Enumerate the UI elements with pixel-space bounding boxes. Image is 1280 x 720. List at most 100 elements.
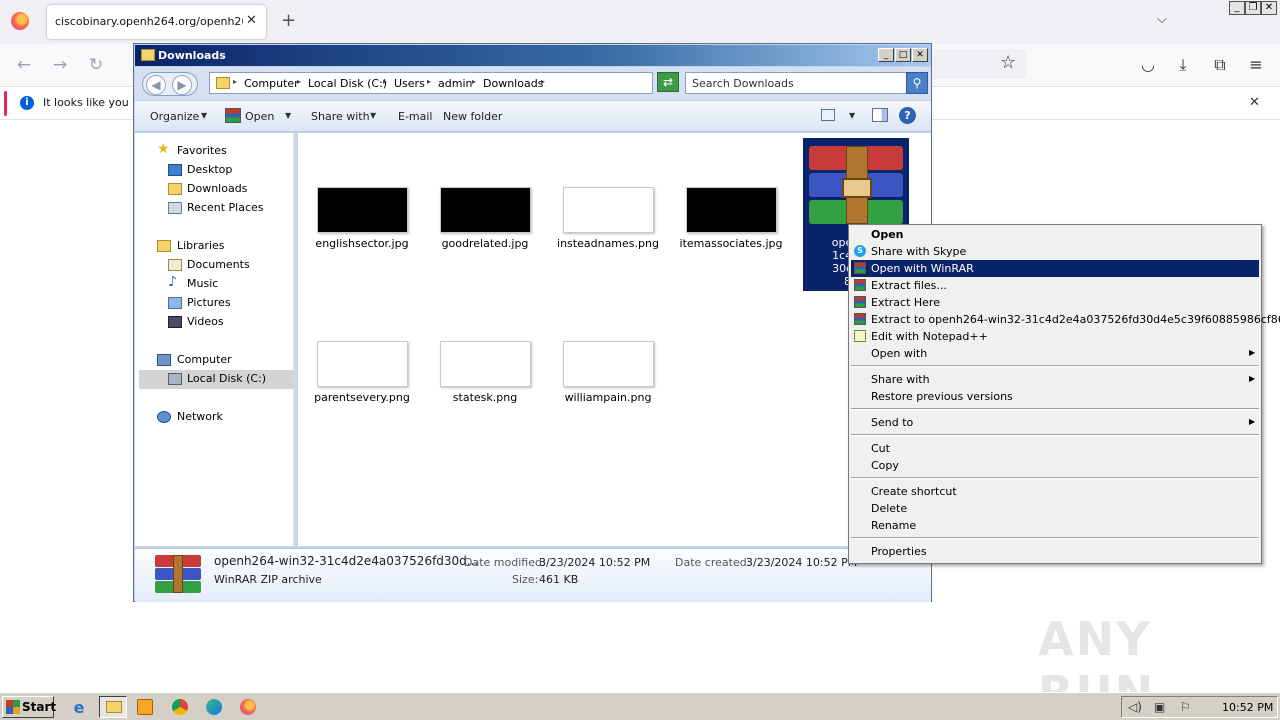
nav-downloads[interactable]: Downloads (187, 182, 247, 195)
file-thumbnail[interactable] (563, 187, 654, 233)
nav-desktop[interactable]: Desktop (187, 163, 232, 176)
pocket-icon[interactable]: ◡ (1137, 54, 1159, 76)
menu-item-open[interactable]: Open (851, 226, 1259, 243)
file-thumbnail[interactable] (563, 341, 654, 387)
nav-network[interactable]: Network (177, 410, 223, 423)
close-window-button[interactable]: ✕ (1261, 1, 1277, 15)
preview-pane-icon[interactable] (872, 108, 888, 122)
minimize-button[interactable]: _ (1229, 1, 1245, 15)
firefox-taskbar-icon[interactable] (240, 699, 256, 715)
reload-icon[interactable]: ↻ (84, 53, 108, 77)
breadcrumb-local-disk[interactable]: Local Disk (C:) (308, 77, 387, 90)
menu-item-share-with[interactable]: Share with ▶ (851, 371, 1259, 388)
breadcrumb-admin[interactable]: admin (438, 77, 472, 90)
forward-icon[interactable]: → (48, 53, 72, 77)
explorer-minimize-button[interactable]: _ (878, 48, 894, 62)
menu-item-delete[interactable]: Delete (851, 500, 1259, 517)
network-tray-icon[interactable]: ▣ (1154, 700, 1165, 714)
email-button[interactable]: E-mail (398, 110, 433, 123)
crumb-arrow-icon[interactable]: ▸ (233, 77, 237, 86)
nav-libraries[interactable]: Libraries (177, 239, 225, 252)
file-thumbnail[interactable] (440, 187, 531, 233)
nav-recent-places[interactable]: Recent Places (187, 201, 264, 214)
flag-icon[interactable]: ⚐ (1180, 700, 1191, 714)
help-icon[interactable]: ? (899, 107, 916, 124)
nav-videos[interactable]: Videos (187, 315, 224, 328)
file-name[interactable]: goodrelated.jpg (425, 237, 545, 250)
menu-icon[interactable]: ≡ (1245, 54, 1267, 76)
file-thumbnail[interactable] (686, 187, 777, 233)
edge-icon[interactable] (206, 699, 222, 715)
view-dropdown-icon[interactable]: ▼ (849, 111, 855, 120)
menu-item-rename[interactable]: Rename (851, 517, 1259, 534)
start-button[interactable]: Start (2, 696, 56, 718)
menu-item-extract-files[interactable]: Extract files... (851, 277, 1259, 294)
back-icon[interactable]: ← (12, 53, 36, 77)
explorer-close-button[interactable]: ✕ (912, 48, 928, 62)
change-view-icon[interactable] (821, 109, 835, 121)
menu-item-send-to[interactable]: Send to ▶ (851, 414, 1259, 431)
list-tabs-chevron-icon[interactable]: ⌵ (1157, 12, 1175, 30)
internet-explorer-icon[interactable]: e (69, 698, 89, 717)
menu-item-create-shortcut[interactable]: Create shortcut (851, 483, 1259, 500)
refresh-icon[interactable]: ⇄ (657, 72, 679, 92)
menu-item-copy[interactable]: Copy (851, 457, 1259, 474)
search-icon[interactable]: ⚲ (906, 72, 928, 94)
nav-favorites[interactable]: Favorites (177, 144, 227, 157)
extensions-icon[interactable]: ⧉ (1209, 54, 1231, 76)
chrome-icon[interactable] (172, 699, 188, 715)
notice-close-icon[interactable]: ✕ (1249, 95, 1260, 110)
menu-item-restore-versions[interactable]: Restore previous versions (851, 388, 1259, 405)
file-name[interactable]: statesk.png (425, 391, 545, 404)
explorer-taskbar-button[interactable] (99, 696, 127, 718)
organize-button[interactable]: Organize (150, 110, 199, 123)
file-thumbnail[interactable] (317, 341, 408, 387)
file-name[interactable]: insteadnames.png (548, 237, 668, 250)
menu-item-extract-to[interactable]: Extract to openh264-win32-31c4d2e4a03752… (851, 311, 1280, 328)
organize-dropdown-icon[interactable]: ▼ (201, 111, 207, 120)
share-dropdown-icon[interactable]: ▼ (370, 111, 376, 120)
menu-item-extract-here[interactable]: Extract Here (851, 294, 1259, 311)
address-bar[interactable]: ▸ Computer ▸ Local Disk (C:) ▸ Users ▸ a… (209, 72, 720, 94)
breadcrumb-downloads[interactable]: Downloads (483, 77, 543, 90)
crumb-arrow-icon[interactable]: ▸ (541, 77, 545, 86)
crumb-arrow-icon[interactable]: ▸ (472, 77, 476, 86)
file-thumbnail[interactable] (440, 341, 531, 387)
menu-item-edit-notepad[interactable]: Edit with Notepad++ (851, 328, 1259, 345)
file-name[interactable]: williampain.png (548, 391, 668, 404)
menu-item-open-winrar[interactable]: Open with WinRAR (851, 260, 1259, 277)
crumb-arrow-icon[interactable]: ▸ (427, 77, 431, 86)
new-tab-button[interactable]: + (281, 10, 299, 31)
open-button[interactable]: Open (245, 110, 274, 123)
restore-button[interactable]: ❐ (1245, 1, 1261, 15)
explorer-maximize-button[interactable]: □ (895, 48, 911, 62)
file-name[interactable]: itemassociates.jpg (671, 237, 791, 250)
share-with-button[interactable]: Share with (311, 110, 370, 123)
breadcrumb-users[interactable]: Users (394, 77, 425, 90)
nav-computer[interactable]: Computer (177, 353, 232, 366)
file-thumbnail[interactable] (317, 187, 408, 233)
menu-item-properties[interactable]: Properties (851, 543, 1259, 560)
nav-local-disk[interactable]: Local Disk (C:) (187, 372, 266, 385)
bookmark-star-icon[interactable]: ☆ (1000, 52, 1016, 73)
breadcrumb-computer[interactable]: Computer (244, 77, 299, 90)
explorer-back-icon[interactable]: ◀ (146, 75, 166, 95)
crumb-arrow-icon[interactable]: ▸ (297, 77, 301, 86)
nav-documents[interactable]: Documents (187, 258, 250, 271)
new-folder-button[interactable]: New folder (443, 110, 502, 123)
url-bar[interactable]: ☆ (920, 49, 1026, 79)
menu-item-open-with[interactable]: Open with ▶ (851, 345, 1259, 362)
close-tab-icon[interactable]: ✕ (246, 13, 260, 29)
nav-music[interactable]: Music (187, 277, 218, 290)
media-player-icon[interactable] (137, 699, 153, 715)
browser-tab[interactable]: ciscobinary.openh264.org/openh264-win32-… (47, 5, 266, 39)
search-input[interactable]: Search Downloads (685, 72, 907, 94)
explorer-forward-icon[interactable]: ▶ (172, 75, 192, 95)
menu-item-share-skype[interactable]: S Share with Skype (851, 243, 1259, 260)
file-name[interactable]: englishsector.jpg (302, 237, 422, 250)
open-dropdown-icon[interactable]: ▼ (285, 111, 291, 120)
volume-icon[interactable]: ◁) (1128, 700, 1142, 714)
crumb-arrow-icon[interactable]: ▸ (383, 77, 387, 86)
menu-item-cut[interactable]: Cut (851, 440, 1259, 457)
file-name[interactable]: parentsevery.png (302, 391, 422, 404)
